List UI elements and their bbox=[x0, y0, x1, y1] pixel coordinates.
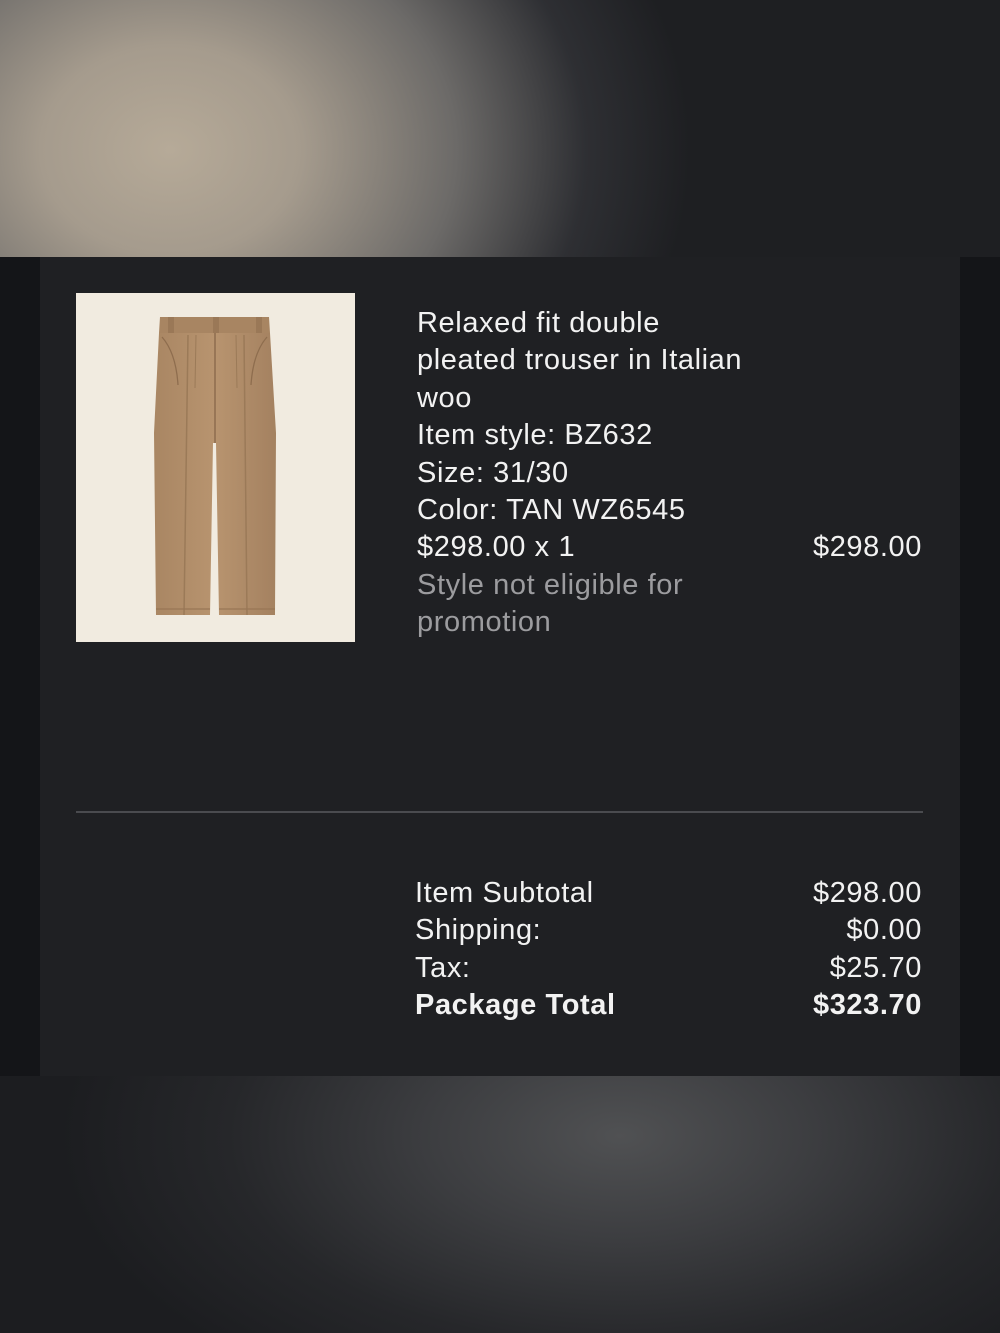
trousers-illustration bbox=[154, 317, 276, 616]
product-style: Item style: BZ632 bbox=[417, 419, 653, 452]
package-total-label: Package Total bbox=[415, 989, 616, 1022]
shipping-value: $0.00 bbox=[846, 914, 922, 947]
blurred-background-top bbox=[0, 0, 1000, 257]
product-size: Size: 31/30 bbox=[417, 456, 569, 489]
subtotal-row: Item Subtotal $298.00 bbox=[415, 875, 922, 912]
product-color: Color: TAN WZ6545 bbox=[417, 494, 686, 527]
tax-row: Tax: $25.70 bbox=[415, 950, 922, 987]
line-item-total: $298.00 bbox=[812, 531, 922, 563]
divider bbox=[76, 811, 923, 813]
product-quantity-price: $298.00 x 1 bbox=[417, 531, 576, 564]
shipping-row: Shipping: $0.00 bbox=[415, 912, 922, 949]
promotion-note: Style not eligible for promotion bbox=[417, 568, 684, 639]
blurred-background-bottom bbox=[0, 1076, 1000, 1333]
shipping-label: Shipping: bbox=[415, 914, 542, 947]
tax-label: Tax: bbox=[415, 951, 471, 984]
product-details: Relaxed fit double pleated trouser in It… bbox=[417, 305, 747, 642]
left-margin bbox=[0, 257, 40, 1076]
subtotal-value: $298.00 bbox=[812, 877, 922, 909]
product-image[interactable] bbox=[76, 293, 355, 642]
order-package-card: Relaxed fit double pleated trouser in It… bbox=[40, 257, 960, 1076]
package-total-value: $323.70 bbox=[812, 989, 922, 1022]
right-margin bbox=[960, 257, 1000, 1076]
product-name[interactable]: Relaxed fit double pleated trouser in It… bbox=[417, 305, 747, 417]
subtotal-label: Item Subtotal bbox=[415, 877, 594, 909]
package-total-row: Package Total $323.70 bbox=[415, 987, 922, 1024]
order-summary: Item Subtotal $298.00 Shipping: $0.00 Ta… bbox=[415, 875, 922, 1025]
tax-value: $25.70 bbox=[829, 951, 922, 984]
